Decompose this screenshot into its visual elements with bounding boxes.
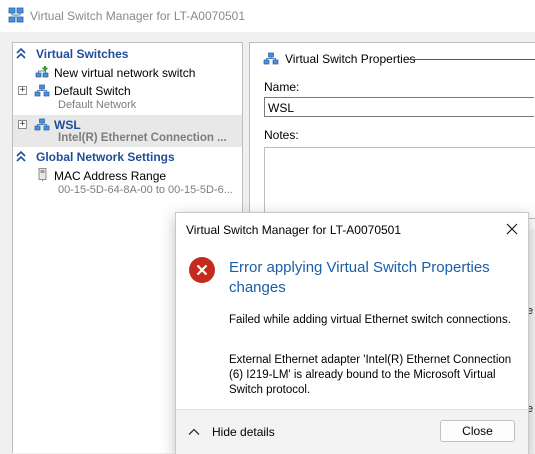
mac-address-range-subtitle: 00-15-5D-64-8A-00 to 00-15-5D-6... — [58, 184, 233, 196]
wsl-switch-expander[interactable]: + — [18, 120, 27, 129]
close-icon[interactable] — [504, 221, 520, 237]
collapse-chevrons-icon[interactable] — [16, 150, 26, 164]
mac-address-range-item[interactable]: MAC Address Range 00-15-5D-64-8A-00 to 0… — [13, 167, 242, 199]
default-switch-item[interactable]: + Default Switch Default Network — [13, 81, 242, 113]
wsl-switch-item[interactable]: + WSL Intel(R) Ethernet Connection ... — [13, 115, 242, 147]
error-dialog: Virtual Switch Manager for LT-A0070501 E… — [175, 212, 529, 454]
global-network-settings-header: Global Network Settings — [36, 150, 175, 164]
hide-details-toggle[interactable]: Hide details — [188, 423, 275, 441]
default-switch-subtitle: Default Network — [58, 99, 137, 111]
collapse-chevrons-icon[interactable] — [16, 47, 26, 61]
close-button[interactable]: Close — [440, 420, 515, 442]
properties-divider — [408, 59, 535, 60]
new-virtual-switch-item[interactable]: New virtual network switch — [13, 63, 242, 81]
hide-details-label: Hide details — [212, 425, 275, 439]
new-switch-label: New virtual network switch — [54, 66, 196, 80]
dialog-title: Virtual Switch Manager for LT-A0070501 — [186, 223, 402, 237]
mac-address-range-label: MAC Address Range — [54, 169, 167, 183]
global-network-settings-section-header[interactable]: Global Network Settings — [13, 149, 242, 165]
virtual-switch-manager-icon — [8, 7, 24, 23]
default-switch-expander[interactable]: + — [18, 86, 27, 95]
wsl-switch-subtitle: Intel(R) Ethernet Connection ... — [58, 132, 227, 144]
dialog-footer: Hide details Close — [176, 409, 528, 454]
virtual-switches-section-header[interactable]: Virtual Switches — [13, 46, 242, 62]
wsl-switch-label: WSL — [54, 118, 81, 132]
network-switch-icon — [34, 118, 50, 131]
mac-address-icon — [38, 168, 47, 182]
error-message-primary: Failed while adding virtual Ethernet swi… — [229, 314, 511, 326]
default-switch-label: Default Switch — [54, 84, 131, 98]
notes-label: Notes: — [264, 128, 299, 142]
error-x-icon — [189, 257, 215, 283]
switch-name-field[interactable]: WSL — [264, 97, 534, 117]
chevron-up-icon — [188, 428, 200, 435]
new-switch-icon — [35, 66, 49, 78]
name-label: Name: — [264, 80, 300, 94]
properties-title: Virtual Switch Properties — [285, 52, 416, 66]
network-switch-icon — [263, 52, 279, 65]
window-title: Virtual Switch Manager for LT-A0070501 — [30, 9, 246, 23]
virtual-switches-header: Virtual Switches — [36, 47, 129, 61]
switch-notes-field[interactable] — [264, 147, 535, 219]
network-switch-icon — [34, 84, 50, 97]
window-title-bar: Virtual Switch Manager for LT-A0070501 — [0, 0, 535, 32]
error-heading: Error applying Virtual Switch Properties… — [229, 259, 490, 296]
error-message-detail: External Ethernet adapter 'Intel(R) Ethe… — [229, 354, 512, 396]
